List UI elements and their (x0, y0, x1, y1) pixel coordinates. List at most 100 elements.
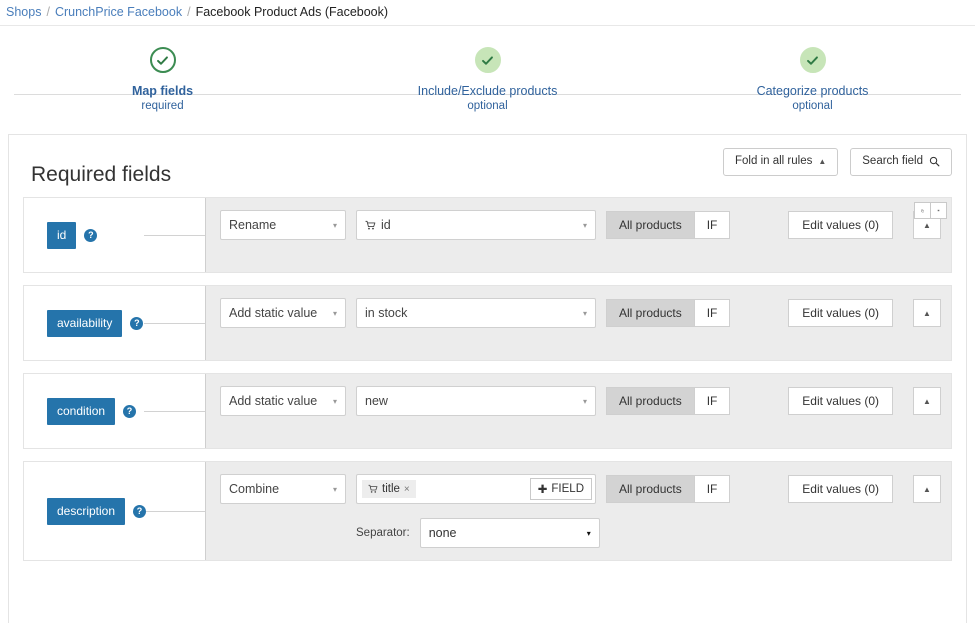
step-label: Include/Exclude products (325, 84, 650, 98)
scope-all-products-button[interactable]: All products (606, 211, 695, 239)
card-header: Required fields Fold in all rules ▲ Sear… (23, 135, 952, 197)
edit-values-button[interactable]: Edit values (0) (788, 475, 893, 503)
rule-field-side: id ? (24, 198, 205, 272)
copy-icon (921, 206, 924, 216)
rule-body: availability ? Add static value ▾ in sto… (24, 286, 951, 360)
help-icon[interactable]: ? (130, 317, 143, 330)
rule-primary-row: Add static value ▾ new ▾ All products IF (220, 386, 941, 416)
rule-scope-toggle: All products IF (606, 387, 730, 415)
scope-all-products-button[interactable]: All products (606, 387, 695, 415)
rule-toolbar (915, 202, 947, 219)
edit-values-button[interactable]: Edit values (0) (788, 299, 893, 327)
rule-action-value: Rename (229, 218, 276, 232)
breadcrumb-item-shop[interactable]: CrunchPrice Facebook (55, 5, 182, 19)
page-title: Required fields (31, 163, 171, 187)
step-circle-current (150, 47, 176, 73)
rule-connector-line (144, 235, 205, 236)
field-token-title[interactable]: title × (362, 480, 416, 498)
fold-all-rules-button[interactable]: Fold in all rules ▲ (723, 148, 838, 176)
chevron-down-icon: ▾ (583, 221, 587, 230)
scope-if-button[interactable]: IF (694, 299, 731, 327)
breadcrumb: Shops / CrunchPrice Facebook / Facebook Prod… (0, 0, 975, 26)
collapse-rule-button[interactable]: ▲ (913, 299, 941, 327)
rule-body: id ? Rename ▾ id (24, 198, 951, 272)
rule-action-select[interactable]: Add static value ▾ (220, 386, 346, 416)
rule-body: description ? Combine ▾ (24, 462, 951, 560)
collapse-rule-button[interactable]: ▲ (913, 475, 941, 503)
help-icon[interactable]: ? (84, 229, 97, 242)
search-icon (929, 156, 940, 167)
step-label: Map fields (0, 84, 325, 98)
step-categorize-products[interactable]: Categorize products optional (650, 36, 975, 134)
cart-icon (365, 220, 376, 231)
breadcrumb-separator: / (187, 5, 190, 19)
rule-action-select[interactable]: Add static value ▾ (220, 298, 346, 328)
rule-primary-row: Combine ▾ title × ✚ (220, 474, 941, 504)
rule-value-select[interactable]: in stock ▾ (356, 298, 596, 328)
breadcrumb-item-current: Facebook Product Ads (Facebook) (196, 5, 388, 19)
breadcrumb-separator: / (46, 5, 49, 19)
field-name-badge[interactable]: condition (47, 398, 115, 425)
field-name-badge[interactable]: availability (47, 310, 122, 337)
rule-scope-toggle: All products IF (606, 211, 730, 239)
rule-primary-row: Add static value ▾ in stock ▾ All produc… (220, 298, 941, 328)
rule-value-select[interactable]: id ▾ (356, 210, 596, 240)
breadcrumb-item-shops[interactable]: Shops (6, 5, 41, 19)
search-field-button[interactable]: Search field (850, 148, 952, 176)
chevron-down-icon: ▾ (333, 309, 337, 318)
rule-config-panel: Combine ▾ title × ✚ (205, 462, 951, 560)
rules-list: id ? Rename ▾ id (23, 197, 952, 561)
header-actions: Fold in all rules ▲ Search field (723, 148, 952, 176)
rule-value-select[interactable]: new ▾ (356, 386, 596, 416)
step-sublabel: optional (650, 100, 975, 112)
rule-primary-row: Rename ▾ id ▾ All pro (220, 210, 941, 240)
rule-card-description: description ? Combine ▾ (23, 461, 952, 561)
rule-card-availability: availability ? Add static value ▾ in sto… (23, 285, 952, 361)
rule-action-value: Add static value (229, 306, 317, 320)
chevron-down-icon: ▾ (583, 397, 587, 406)
step-map-fields[interactable]: Map fields required (0, 36, 325, 134)
check-icon (156, 54, 169, 67)
step-include-exclude-products[interactable]: Include/Exclude products optional (325, 36, 650, 134)
collapse-rule-button[interactable]: ▲ (913, 387, 941, 415)
step-sublabel: required (0, 100, 325, 112)
field-token-label: title (382, 483, 400, 495)
edit-values-button[interactable]: Edit values (0) (788, 211, 893, 239)
scope-all-products-button[interactable]: All products (606, 299, 695, 327)
step-sublabel: optional (325, 100, 650, 112)
rule-value-text: in stock (365, 306, 407, 320)
help-icon[interactable]: ? (133, 505, 146, 518)
scope-all-products-button[interactable]: All products (606, 475, 695, 503)
field-name-badge[interactable]: id (47, 222, 76, 249)
check-icon (806, 54, 819, 67)
step-circle-done (475, 47, 501, 73)
rule-config-panel: Rename ▾ id ▾ All pro (205, 198, 951, 272)
rule-scope-toggle: All products IF (606, 475, 730, 503)
add-field-label: FIELD (551, 483, 584, 495)
scope-if-button[interactable]: IF (694, 475, 731, 503)
preview-rule-button[interactable] (930, 202, 947, 219)
help-icon[interactable]: ? (123, 405, 136, 418)
rule-config-panel: Add static value ▾ in stock ▾ All produc… (205, 286, 951, 360)
duplicate-rule-button[interactable] (914, 202, 931, 219)
field-name-badge[interactable]: description (47, 498, 125, 525)
scope-if-button[interactable]: IF (694, 387, 731, 415)
separator-select[interactable]: none ▾ (420, 518, 600, 548)
remove-token-icon[interactable]: × (404, 484, 410, 495)
rule-field-side: condition ? (24, 374, 205, 448)
edit-values-button[interactable]: Edit values (0) (788, 387, 893, 415)
add-field-button[interactable]: ✚ FIELD (530, 478, 592, 500)
combine-fields-box[interactable]: title × ✚ FIELD (356, 474, 596, 504)
chevron-down-icon: ▾ (333, 221, 337, 230)
rule-value-text: new (365, 394, 388, 408)
chevron-down-icon: ▾ (587, 529, 591, 538)
rule-config-panel: Add static value ▾ new ▾ All products IF (205, 374, 951, 448)
rule-card-id: id ? Rename ▾ id (23, 197, 952, 273)
cart-icon (368, 484, 378, 494)
scope-if-button[interactable]: IF (694, 211, 731, 239)
rule-action-value: Combine (229, 482, 279, 496)
rule-action-select[interactable]: Combine ▾ (220, 474, 346, 504)
rule-action-select[interactable]: Rename ▾ (220, 210, 346, 240)
rule-connector-line (144, 323, 205, 324)
step-circle-done (800, 47, 826, 73)
